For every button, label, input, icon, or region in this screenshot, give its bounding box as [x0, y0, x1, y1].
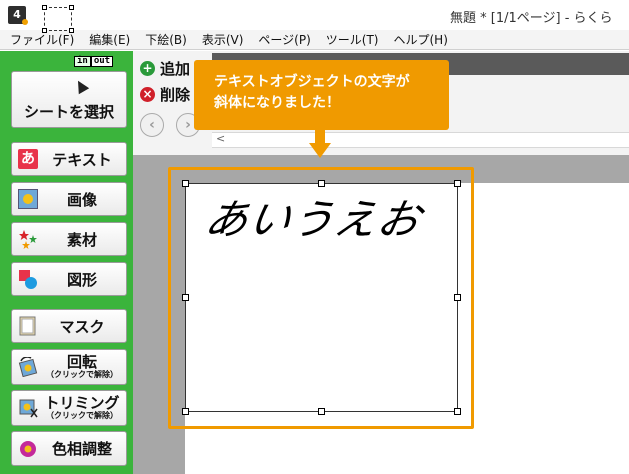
rotate-tool-label: 回転: [66, 353, 97, 371]
menu-help[interactable]: ヘルプ(H): [394, 30, 448, 49]
callout-line-2: 斜体になりました！: [214, 95, 340, 111]
callout-line-1: テキストオブジェクトの文字が: [214, 74, 410, 90]
add-icon: +: [140, 60, 155, 76]
trim-tool-button[interactable]: トリミング （クリックで解除）: [11, 390, 127, 426]
menu-edit[interactable]: 編集(E): [89, 30, 130, 49]
callout-box: テキストオブジェクトの文字が 斜体になりました！: [194, 60, 449, 130]
in-toggle[interactable]: in: [74, 56, 91, 67]
delete-icon: ×: [140, 86, 155, 102]
menu-page[interactable]: ページ(P): [258, 30, 310, 49]
material-tool-button[interactable]: 素材: [11, 222, 127, 256]
scroll-left-icon[interactable]: <: [216, 132, 225, 145]
back-arrow-icon[interactable]: ‹: [140, 113, 164, 137]
hue-tool-label: 色相調整: [51, 440, 112, 458]
select-sheet-label: シートを選択: [23, 103, 114, 121]
add-label: 追加: [160, 59, 191, 78]
delete-button[interactable]: × 削除: [140, 84, 200, 104]
hue-tool-button[interactable]: 色相調整: [11, 431, 127, 466]
trim-tool-sublabel: （クリックで解除）: [46, 411, 118, 420]
mask-tool-label: マスク: [59, 317, 105, 336]
material-tool-label: 素材: [66, 230, 97, 249]
mask-tool-button[interactable]: マスク: [11, 309, 127, 343]
delete-label: 削除: [160, 85, 191, 104]
image-tool-button[interactable]: 画像: [11, 182, 127, 216]
title-bar: 4 無題 * [1/1ページ] - らくら: [0, 0, 629, 30]
shape-tool-button[interactable]: 図形: [11, 262, 127, 296]
rotate-icon: [18, 356, 38, 378]
color-palette-icon: [18, 439, 38, 459]
menu-bar: ファイル(F) 編集(E) 下絵(B) 表示(V) ページ(P) ツール(T) …: [0, 30, 629, 50]
highlight-frame: [168, 167, 474, 429]
add-button[interactable]: + 追加: [140, 58, 200, 78]
rotate-tool-button[interactable]: 回転 （クリックで解除）: [11, 349, 127, 385]
window-title: 無題 * [1/1ページ] - らくら: [450, 11, 613, 26]
menu-underlay[interactable]: 下絵(B): [145, 30, 187, 49]
shapes-icon: [18, 269, 38, 289]
callout-arrow-down-icon: [309, 143, 331, 158]
mask-icon: [18, 316, 38, 336]
shape-tool-label: 図形: [66, 270, 97, 289]
selection-frame-icon: [42, 5, 74, 33]
image-icon: [18, 189, 38, 209]
image-tool-label: 画像: [66, 190, 97, 209]
text-a-icon: あ: [18, 149, 38, 169]
out-toggle[interactable]: out: [90, 56, 114, 67]
stars-icon: [18, 229, 38, 249]
in-out-toggle[interactable]: in out: [74, 56, 114, 67]
app-logo-icon[interactable]: 4: [8, 6, 28, 25]
menu-view[interactable]: 表示(V): [202, 30, 244, 49]
rotate-tool-sublabel: （クリックで解除）: [46, 370, 118, 379]
callout-arrow-stem: [315, 130, 325, 144]
select-sheet-button[interactable]: シートを選択: [11, 71, 127, 128]
trim-tool-label: トリミング: [44, 394, 120, 412]
horizontal-scrollbar[interactable]: <: [212, 132, 629, 148]
text-tool-button[interactable]: あ テキスト: [11, 142, 127, 176]
text-tool-label: テキスト: [52, 150, 112, 169]
trim-icon: [18, 398, 38, 418]
menu-tools[interactable]: ツール(T): [326, 30, 379, 49]
